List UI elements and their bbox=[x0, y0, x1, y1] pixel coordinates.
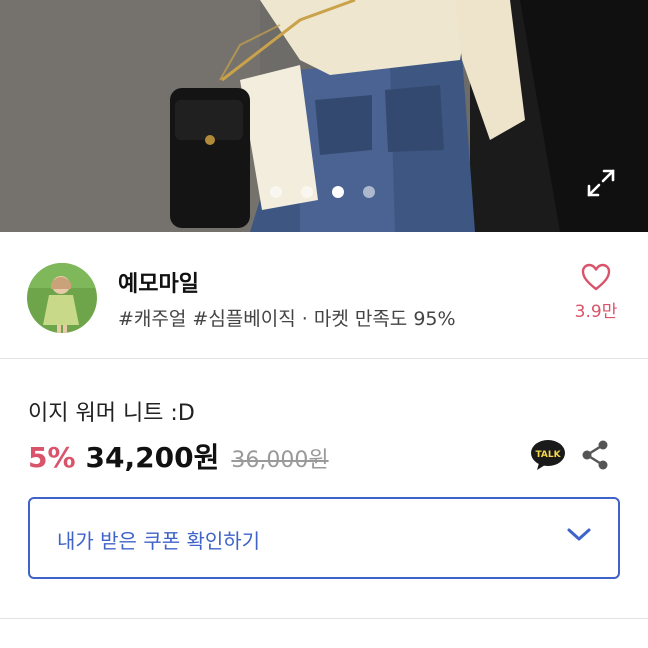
heart-icon bbox=[581, 263, 611, 291]
talk-icon-label: TALK bbox=[535, 450, 561, 460]
share-icon[interactable] bbox=[581, 440, 609, 470]
seller-section bbox=[0, 232, 648, 358]
original-price: 36,000원 bbox=[231, 448, 329, 473]
carousel-dot-active[interactable] bbox=[332, 186, 344, 198]
carousel-dot[interactable] bbox=[363, 186, 375, 198]
divider bbox=[0, 618, 648, 619]
chevron-down-icon bbox=[567, 528, 591, 541]
carousel-pagination bbox=[270, 186, 375, 198]
coupon-label: 내가 받은 쿠폰 확인하기 bbox=[57, 529, 261, 553]
kakao-talk-icon[interactable]: TALK bbox=[530, 439, 566, 471]
coupon-check-button[interactable]: 내가 받은 쿠폰 확인하기 bbox=[28, 497, 620, 579]
discount-rate: 5% bbox=[28, 441, 76, 474]
seller-name[interactable]: 예모마일 bbox=[118, 266, 199, 298]
price-row: 5% 34,200원 36,000원 bbox=[28, 436, 329, 476]
product-title: 이지 워머 니트 :D bbox=[28, 401, 195, 426]
like-count: 3.9만 bbox=[574, 302, 618, 322]
seller-avatar[interactable] bbox=[27, 263, 97, 333]
expand-icon[interactable] bbox=[584, 166, 618, 200]
carousel-dot[interactable] bbox=[270, 186, 282, 198]
sale-price: 34,200원 bbox=[85, 441, 220, 474]
like-button[interactable]: 3.9만 bbox=[566, 263, 626, 322]
divider bbox=[0, 358, 648, 359]
product-image-carousel[interactable] bbox=[0, 0, 648, 232]
carousel-dot[interactable] bbox=[301, 186, 313, 198]
seller-tags: #캐주얼 #심플베이직 · 마켓 만족도 95% bbox=[118, 308, 456, 330]
